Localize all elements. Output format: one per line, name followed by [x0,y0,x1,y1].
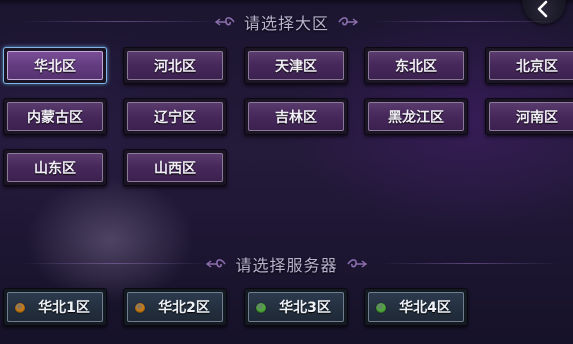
region-button-face: 黑龙江区 [368,102,464,131]
server-section-header: 请选择服务器 [0,252,573,276]
region-button-label: 山西区 [154,160,196,177]
region-button-face: 北京区 [489,51,573,80]
region-button-face: 内蒙古区 [7,102,103,131]
header-divider-left [20,263,210,264]
server-button-label: 华北3区 [279,300,331,316]
status-dot-icon [15,303,25,313]
header-divider-right [370,21,560,22]
region-button-label: 河南区 [516,109,558,126]
top-shadow [0,0,573,6]
server-button-label: 华北2区 [158,300,210,316]
scroll-ornament-icon [346,257,368,271]
region-button-beijing[interactable]: 北京区 [485,47,573,84]
status-dot-icon [376,303,386,313]
region-button-face: 山西区 [127,153,223,182]
region-button-label: 天津区 [275,58,317,75]
region-button-label: 黑龙江区 [388,109,444,126]
server-select-screen: 请选择大区 华北区 河北区 天津区 东北区 北京区 内蒙古区 辽宁区 吉林区 黑… [0,0,573,344]
server-button-huabei-1[interactable]: 华北1区 [3,288,107,326]
region-button-shanxi[interactable]: 山西区 [123,149,227,186]
server-button-face: 华北3区 [248,292,344,322]
region-button-label: 内蒙古区 [27,109,83,126]
server-button-face: 华北2区 [127,292,223,322]
server-button-huabei-2[interactable]: 华北2区 [123,288,227,326]
region-button-jilin[interactable]: 吉林区 [244,98,348,135]
region-section-header: 请选择大区 [0,10,573,34]
region-button-face: 华北区 [7,51,103,80]
header-divider-left [20,21,220,22]
region-button-dongbei[interactable]: 东北区 [364,47,468,84]
region-button-face: 吉林区 [248,102,344,131]
server-button-face: 华北1区 [7,292,103,322]
region-section-title: 请选择大区 [243,14,329,33]
region-button-face: 河北区 [127,51,223,80]
server-button-huabei-4[interactable]: 华北4区 [364,288,468,326]
region-button-face: 河南区 [489,102,573,131]
status-dot-icon [256,303,266,313]
region-button-label: 吉林区 [275,109,317,126]
scroll-ornament-icon [337,15,359,29]
header-divider-right [380,263,560,264]
region-button-label: 辽宁区 [154,109,196,126]
region-button-hebei[interactable]: 河北区 [123,47,227,84]
region-button-liaoning[interactable]: 辽宁区 [123,98,227,135]
server-section-title: 请选择服务器 [235,256,338,275]
region-button-face: 辽宁区 [127,102,223,131]
server-button-label: 华北1区 [38,300,90,316]
server-button-face: 华北4区 [368,292,464,322]
region-button-face: 天津区 [248,51,344,80]
region-button-shandong[interactable]: 山东区 [3,149,107,186]
region-button-label: 北京区 [516,58,558,75]
region-button-label: 河北区 [154,58,196,75]
region-button-tianjin[interactable]: 天津区 [244,47,348,84]
server-button-label: 华北4区 [399,300,451,316]
scroll-ornament-icon [205,257,227,271]
region-button-neimenggu[interactable]: 内蒙古区 [3,98,107,135]
region-button-label: 山东区 [34,160,76,177]
region-button-label: 东北区 [395,58,437,75]
region-button-henan[interactable]: 河南区 [485,98,573,135]
status-dot-icon [135,303,145,313]
scroll-ornament-icon [214,15,236,29]
region-button-huabei[interactable]: 华北区 [3,47,107,84]
region-button-face: 山东区 [7,153,103,182]
region-button-label: 华北区 [34,58,76,75]
region-button-face: 东北区 [368,51,464,80]
region-button-heilongjiang[interactable]: 黑龙江区 [364,98,468,135]
server-button-huabei-3[interactable]: 华北3区 [244,288,348,326]
